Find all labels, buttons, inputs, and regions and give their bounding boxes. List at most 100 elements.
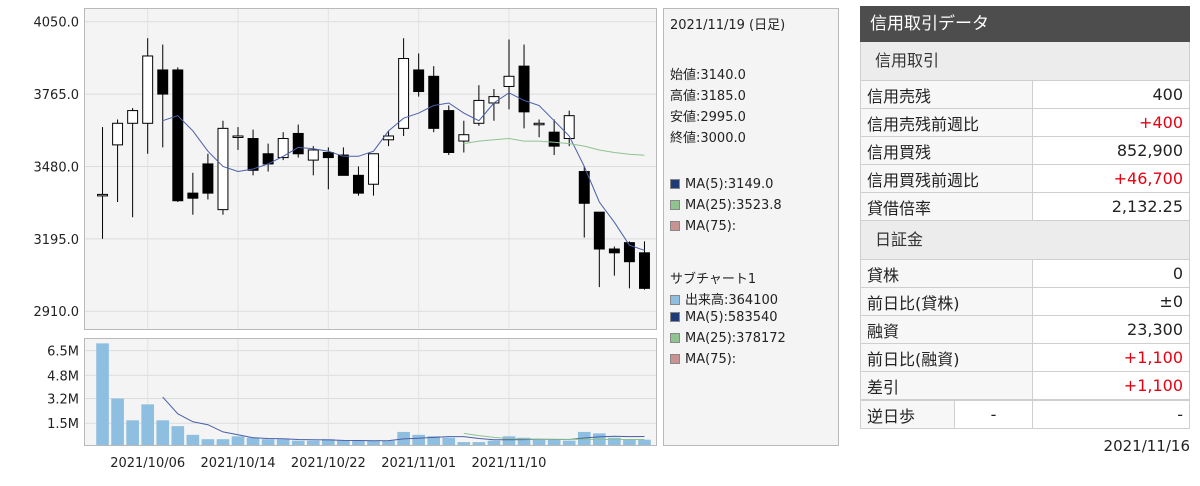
candle-body xyxy=(217,127,229,211)
credit-table: 信用売残 400 信用売残前週比 +400 信用買残 852,900 信用買残前週比 +… xyxy=(860,80,1190,221)
volume-bar xyxy=(472,442,486,445)
row-label: 信用買残 xyxy=(860,136,1033,165)
candle-body xyxy=(202,163,214,194)
nisshokin-table: 貸株 0 前日比(貸株) ±0 融資 23,300 前日比(融資) +1,100 差引 +… xyxy=(860,259,1190,400)
legend-volume-ma5: MA(5):583540 xyxy=(670,310,778,325)
table-row: 信用買残 852,900 xyxy=(860,136,1190,165)
price-y-tick-label: 2910.0 xyxy=(34,305,80,320)
row-value: +400 xyxy=(1032,108,1190,137)
volume-bar xyxy=(412,434,425,445)
candle-body xyxy=(307,149,319,161)
candle-body xyxy=(593,211,605,250)
table-row: 貸株 0 xyxy=(860,259,1190,288)
table-row: 貸借倍率 2,132.25 xyxy=(860,192,1190,221)
candle-body xyxy=(292,132,304,155)
info-close: 終値:3000.0 xyxy=(670,131,746,146)
table-row: 前日比(融資) +1,100 xyxy=(860,343,1190,372)
candle-body xyxy=(443,110,455,153)
chart-svg[interactable]: 2910.0 3195.0 3480.0 3765.0 4050.0 1.5M 3.2M 4.… xyxy=(0,0,660,486)
candle-body xyxy=(639,252,650,289)
candle-body xyxy=(503,75,515,87)
volume-bar xyxy=(231,436,245,445)
row-value: +1,100 xyxy=(1032,343,1190,372)
price-y-tick-label: 3480.0 xyxy=(34,160,80,175)
volume-bar xyxy=(201,439,215,445)
volume-bar xyxy=(126,420,139,445)
credit-data-panel: 信用取引データ 信用取引 信用売残 400 信用売残前週比 +400 信用買残 852… xyxy=(860,6,1190,455)
row-value: 0 xyxy=(1032,259,1190,288)
table-row: 信用売残前週比 +400 xyxy=(860,108,1190,137)
credit-date: 2021/11/16 xyxy=(1103,437,1190,455)
candle-body xyxy=(322,151,334,159)
info-low: 安値:2995.0 xyxy=(670,110,746,125)
table-row: 前日比(貸株) ±0 xyxy=(860,287,1190,316)
volume-bar xyxy=(608,437,621,445)
row-value: +1,100 xyxy=(1032,371,1190,400)
volume-bar xyxy=(487,440,501,445)
candle-body xyxy=(368,153,379,185)
row-label: 貸株 xyxy=(860,259,1033,288)
legend-swatch xyxy=(670,333,680,343)
volume-y-tick-label: 4.8M xyxy=(47,369,79,384)
legend-swatch xyxy=(670,179,680,189)
row-label: 融資 xyxy=(860,315,1033,344)
volume-bar xyxy=(141,404,155,445)
legend-price-ma75: MA(75): xyxy=(670,219,736,234)
row-label: 差引 xyxy=(860,371,1033,400)
price-y-tick-label: 3765.0 xyxy=(34,88,80,103)
row-mid-value: - xyxy=(954,400,1033,429)
candle-body xyxy=(172,69,184,202)
row-value: +46,700 xyxy=(1032,164,1190,193)
candle-body xyxy=(247,138,259,171)
volume-bar xyxy=(352,440,365,445)
candle-body xyxy=(548,131,560,147)
volume-bar xyxy=(276,439,290,445)
legend-price-ma25: MA(25):3523.8 xyxy=(670,198,782,213)
candle-body xyxy=(473,99,485,124)
candle-body xyxy=(142,55,154,124)
candle-body xyxy=(157,69,169,95)
credit-section-title: 信用取引 xyxy=(860,42,1190,80)
volume-bar xyxy=(111,398,124,445)
candle-body xyxy=(608,248,620,254)
table-row: 逆日歩 - - xyxy=(860,400,1190,429)
table-row: 差引 +1,100 xyxy=(860,371,1190,400)
volume-bar xyxy=(547,439,561,445)
nisshokin-section-title: 日証金 xyxy=(860,221,1190,259)
candle-body xyxy=(97,193,108,197)
volume-bar xyxy=(457,442,471,445)
legend-volume: 出来高:364100 xyxy=(670,289,778,308)
x-tick-label: 2021/11/10 xyxy=(472,456,547,471)
row-value: 852,900 xyxy=(1032,136,1190,165)
candle-body xyxy=(112,122,124,146)
candle-body xyxy=(187,192,199,199)
volume-bar xyxy=(562,440,576,445)
volume-bar xyxy=(96,343,109,445)
legend-volume-ma75: MA(75): xyxy=(670,352,736,367)
price-y-tick-label: 3195.0 xyxy=(34,233,80,248)
table-row: 信用買残前週比 +46,700 xyxy=(860,164,1190,193)
row-label: 信用売残 xyxy=(860,80,1033,109)
row-label: 貸借倍率 xyxy=(860,192,1033,221)
volume-bar xyxy=(306,440,320,445)
legend-swatch xyxy=(670,221,680,231)
volume-bar xyxy=(382,440,395,445)
volume-bar xyxy=(261,439,275,445)
candle-body xyxy=(458,134,470,142)
x-tick-label: 2021/10/14 xyxy=(201,456,276,471)
candle-body xyxy=(563,115,575,140)
volume-y-tick-label: 3.2M xyxy=(47,393,79,408)
row-value: ±0 xyxy=(1032,287,1190,316)
volume-bar xyxy=(246,437,260,445)
legend-swatch xyxy=(670,295,680,305)
gyakuhibu-table: 逆日歩 - - xyxy=(860,400,1190,429)
volume-bar xyxy=(442,437,456,445)
candle-body xyxy=(352,174,364,194)
row-label: 前日比(融資) xyxy=(860,343,1033,372)
row-value: 23,300 xyxy=(1032,315,1190,344)
info-open: 始値:3140.0 xyxy=(670,68,746,83)
legend-swatch xyxy=(670,200,680,210)
row-label: 信用売残前週比 xyxy=(860,108,1033,137)
row-label: 信用買残前週比 xyxy=(860,164,1033,193)
volume-bar xyxy=(216,439,230,445)
